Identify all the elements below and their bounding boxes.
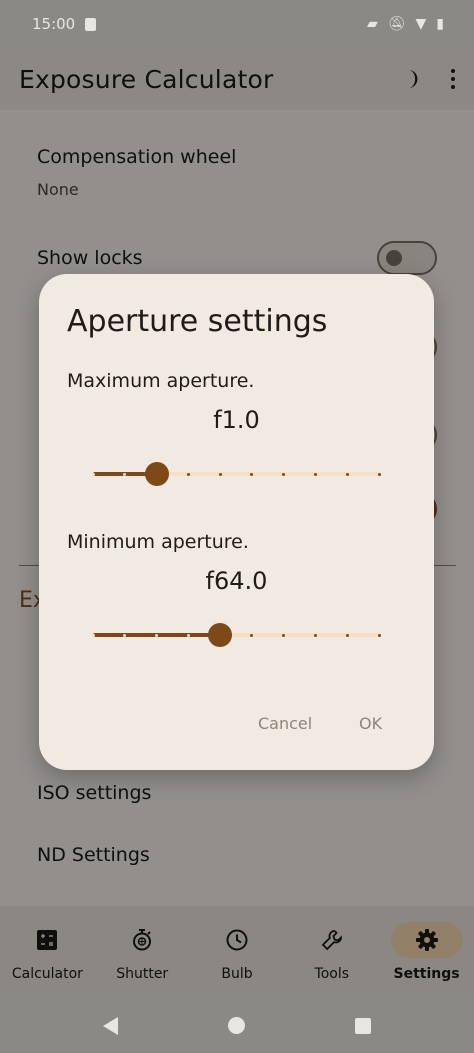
slider-tick — [345, 633, 349, 637]
slider-tick — [345, 472, 349, 476]
home-icon[interactable] — [228, 1017, 245, 1034]
ok-button[interactable]: OK — [359, 714, 382, 733]
slider-tick — [313, 633, 317, 637]
slider-tick — [123, 633, 127, 637]
slider-tick — [91, 472, 95, 476]
slider-tick — [377, 472, 381, 476]
status-bar: 15:00 ▰ 🔕︎ ▼ ▮ — [0, 0, 474, 48]
min-aperture-value: f64.0 — [205, 567, 268, 595]
slider-inactive-track — [220, 633, 379, 637]
slider-tick — [282, 472, 286, 476]
max-aperture-label: Maximum aperture. — [67, 370, 255, 392]
slider-tick — [155, 633, 159, 637]
max-aperture-value: f1.0 — [213, 406, 260, 434]
slider-tick — [123, 472, 127, 476]
slider-tick — [186, 472, 190, 476]
slider-tick — [218, 472, 222, 476]
status-time: 15:00 — [32, 15, 76, 33]
back-icon[interactable] — [103, 1016, 118, 1035]
system-navigation — [0, 998, 474, 1053]
slider-tick — [91, 633, 95, 637]
min-aperture-slider[interactable] — [91, 623, 381, 647]
battery-icon: ▮ — [436, 16, 444, 32]
min-aperture-label: Minimum aperture. — [67, 531, 249, 553]
slider-thumb[interactable] — [144, 462, 169, 486]
notification-icon — [85, 17, 97, 31]
aperture-settings-dialog: Aperture settings Maximum aperture. f1.0… — [39, 274, 434, 770]
wifi-icon: ▼ — [415, 16, 427, 32]
max-aperture-slider[interactable] — [91, 462, 381, 486]
dialog-title: Aperture settings — [67, 304, 328, 339]
cast-icon: ▰ — [366, 16, 378, 32]
cancel-button[interactable]: Cancel — [258, 714, 312, 733]
slider-tick — [186, 633, 190, 637]
slider-thumb[interactable] — [208, 623, 233, 647]
mute-icon: 🔕︎ — [387, 16, 406, 32]
slider-tick — [282, 633, 286, 637]
slider-tick — [313, 472, 317, 476]
slider-tick — [377, 633, 381, 637]
recents-icon[interactable] — [355, 1017, 371, 1034]
